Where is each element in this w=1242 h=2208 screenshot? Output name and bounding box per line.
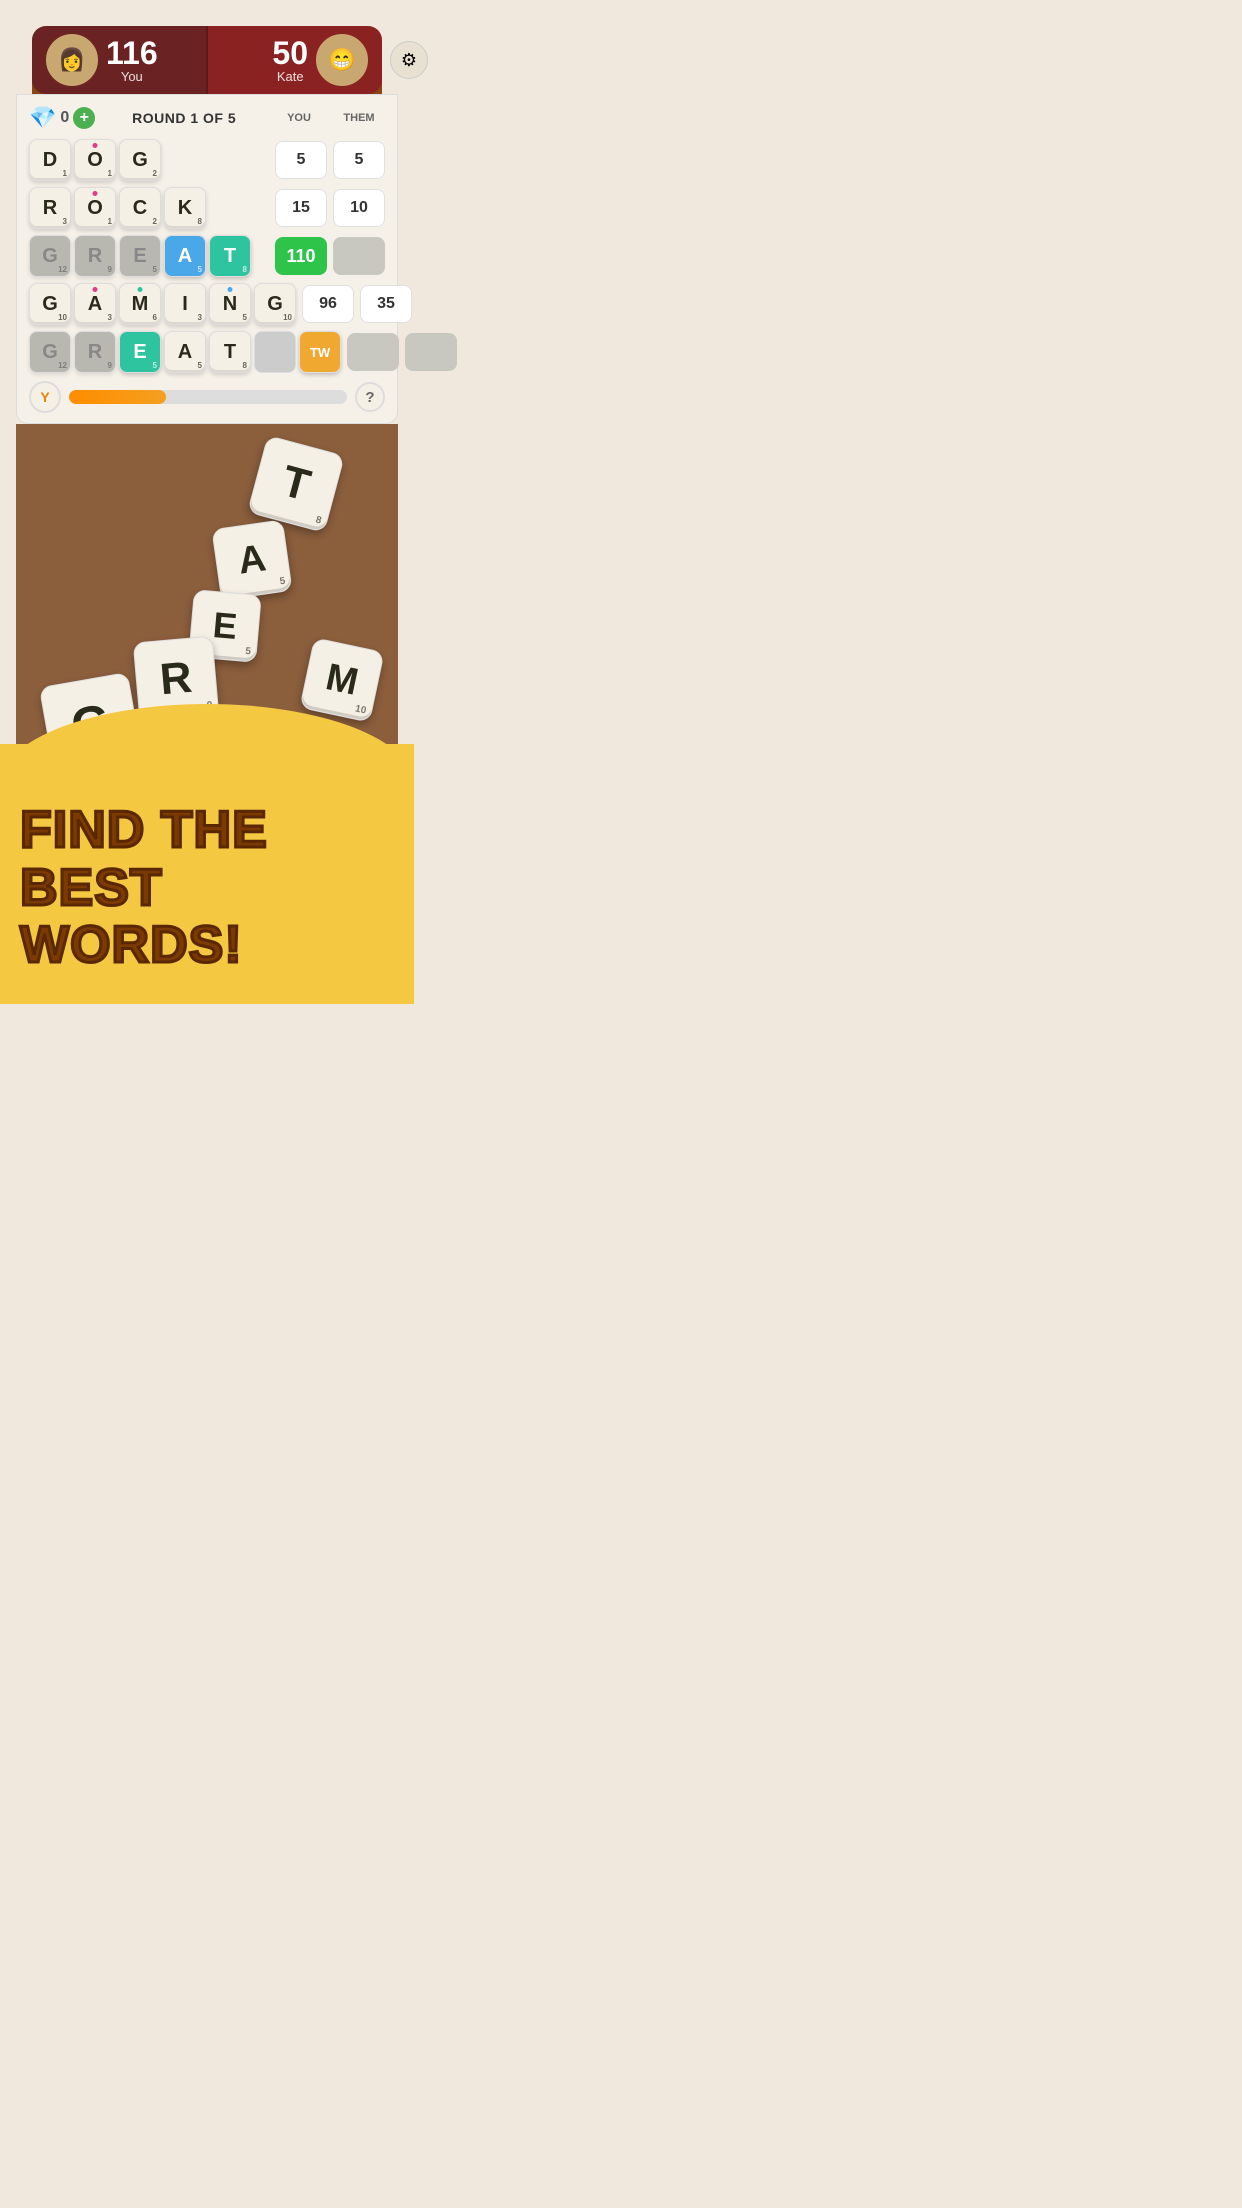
tile-O: O1: [74, 139, 116, 181]
timer-icon: Y: [29, 381, 61, 413]
word-row-1: D1 O1 G2 5 5: [29, 139, 385, 181]
timer-track: [69, 390, 347, 404]
add-gem-button[interactable]: +: [73, 107, 95, 129]
tile-T3: T8: [209, 235, 251, 277]
word-row-3: G12 R9 E5 A5 T8 110: [29, 235, 385, 277]
header: 👩 116 You 50 Kate 😁 ⚙: [0, 0, 414, 94]
word-row-5: G12 R9 E5 A5 T8 TW: [29, 331, 385, 373]
tile-A5: A5: [164, 331, 206, 373]
tile-E3: E5: [119, 235, 161, 277]
player1-score: 116: [106, 37, 158, 69]
score-you-4: 96: [302, 285, 354, 323]
bottom-headline: FIND THE BEST WORDS!: [20, 802, 394, 974]
timer-fill: [69, 390, 166, 404]
gear-icon: ⚙: [401, 50, 417, 71]
top-bar: 💎 0 + ROUND 1 OF 5 YOU THEM: [29, 105, 385, 131]
player1-avatar: 👩: [46, 34, 98, 86]
tile-C: C2: [119, 187, 161, 229]
tile-R3: R9: [74, 235, 116, 277]
round-label: ROUND 1 OF 5: [95, 110, 273, 126]
score-you-5: [347, 333, 399, 371]
player2-name: Kate: [272, 69, 308, 84]
tile-G5: G12: [29, 331, 71, 373]
headline-line2: BEST WORDS!: [20, 860, 394, 974]
player1-name: You: [106, 69, 158, 84]
score-you-1: 5: [275, 141, 327, 179]
score-you-3: 110: [275, 237, 327, 275]
word-row-4: G10 A3 M6 I3 N5 G10 96 35: [29, 283, 385, 325]
tile-N4: N5: [209, 283, 251, 325]
player2-section: 50 Kate 😁: [208, 26, 382, 94]
bottom-section: FIND THE BEST WORDS!: [0, 744, 414, 1004]
falling-tile-T: T8: [247, 435, 345, 533]
player2-avatar: 😁: [316, 34, 368, 86]
them-header: THEM: [333, 112, 385, 124]
headline-line1: FIND THE: [20, 802, 394, 859]
tile-A3: A5: [164, 235, 206, 277]
player2-score: 50: [272, 37, 308, 69]
tile-G4b: G10: [254, 283, 296, 325]
falling-tile-A: A5: [211, 519, 292, 600]
falling-tile-M: M10: [299, 637, 384, 722]
tile-A4: A3: [74, 283, 116, 325]
you-header: YOU: [273, 112, 325, 124]
score-them-1: 5: [333, 141, 385, 179]
tile-K: K8: [164, 187, 206, 229]
timer-bar-section: Y ?: [29, 381, 385, 413]
scoreboard: 👩 116 You 50 Kate 😁 ⚙: [32, 26, 382, 94]
tile-E5: E5: [119, 331, 161, 373]
tile-G: G2: [119, 139, 161, 181]
tile-TW5: TW: [299, 331, 341, 373]
tile-G3: G12: [29, 235, 71, 277]
score-them-2: 10: [333, 189, 385, 227]
help-button[interactable]: ?: [355, 382, 385, 412]
game-area: 💎 0 + ROUND 1 OF 5 YOU THEM D1 O1 G2 5 5: [16, 94, 398, 424]
tile-O2: O1: [74, 187, 116, 229]
tile-G4: G10: [29, 283, 71, 325]
tile-T5: T8: [209, 331, 251, 373]
word-row-2: R3 O1 C2 K8 15 10: [29, 187, 385, 229]
tile-M4: M6: [119, 283, 161, 325]
tile-R5: R9: [74, 331, 116, 373]
gem-count: 0: [60, 109, 69, 127]
score-them-3: [333, 237, 385, 275]
tile-R: R3: [29, 187, 71, 229]
score-you-2: 15: [275, 189, 327, 227]
score-them-4: 35: [360, 285, 412, 323]
player1-section: 👩 116 You: [32, 26, 206, 94]
score-them-5: [405, 333, 457, 371]
gem-icon: 💎: [29, 105, 56, 131]
tile-empty5: [254, 331, 296, 373]
tile-I4: I3: [164, 283, 206, 325]
falling-area: T8 A5 E5 R9 G12 M10 C3: [16, 424, 398, 744]
word-rows: D1 O1 G2 5 5 R3 O1 C2 K8: [29, 139, 385, 373]
settings-button[interactable]: ⚙: [390, 41, 428, 79]
tile-D: D1: [29, 139, 71, 181]
